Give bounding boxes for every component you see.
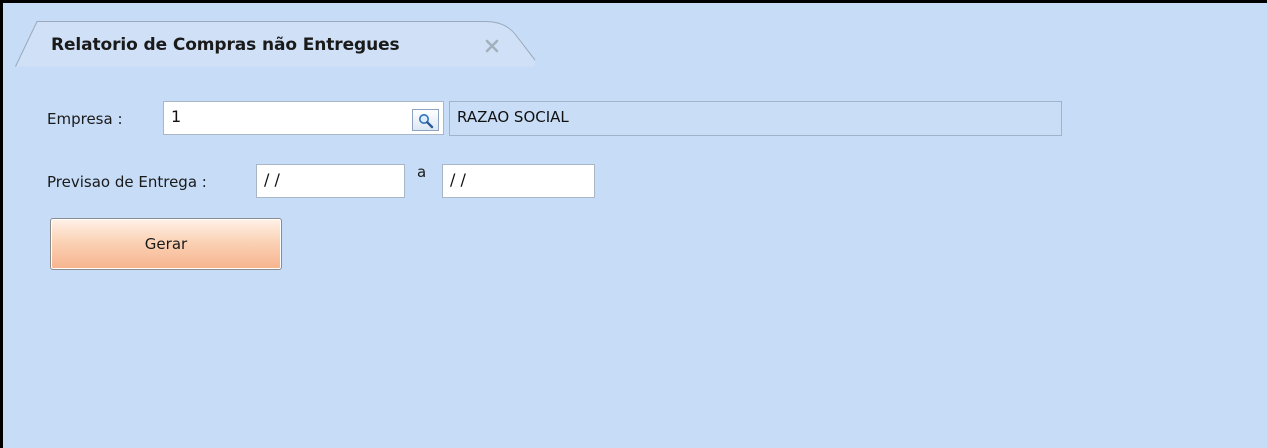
- date-to-input[interactable]: / /: [442, 164, 595, 198]
- tab-strip: Relatorio de Compras não Entregues: [3, 3, 1267, 67]
- close-icon[interactable]: [483, 37, 501, 55]
- date-from-input[interactable]: / /: [256, 164, 405, 198]
- tab-title: Relatorio de Compras não Entregues: [51, 35, 400, 55]
- empresa-name-field: RAZAO SOCIAL: [449, 101, 1062, 136]
- empresa-label: Empresa :: [47, 110, 123, 128]
- empresa-code-input[interactable]: 1: [163, 101, 444, 135]
- tab-relatorio-compras[interactable]: Relatorio de Compras não Entregues: [15, 20, 535, 67]
- empresa-lookup-button[interactable]: [412, 109, 439, 131]
- report-window: Relatorio de Compras não Entregues Empre…: [0, 0, 1267, 448]
- gerar-button[interactable]: Gerar: [50, 218, 282, 270]
- search-icon: [419, 114, 434, 129]
- previsao-label: Previsao de Entrega :: [47, 173, 207, 191]
- range-separator: a: [417, 163, 427, 181]
